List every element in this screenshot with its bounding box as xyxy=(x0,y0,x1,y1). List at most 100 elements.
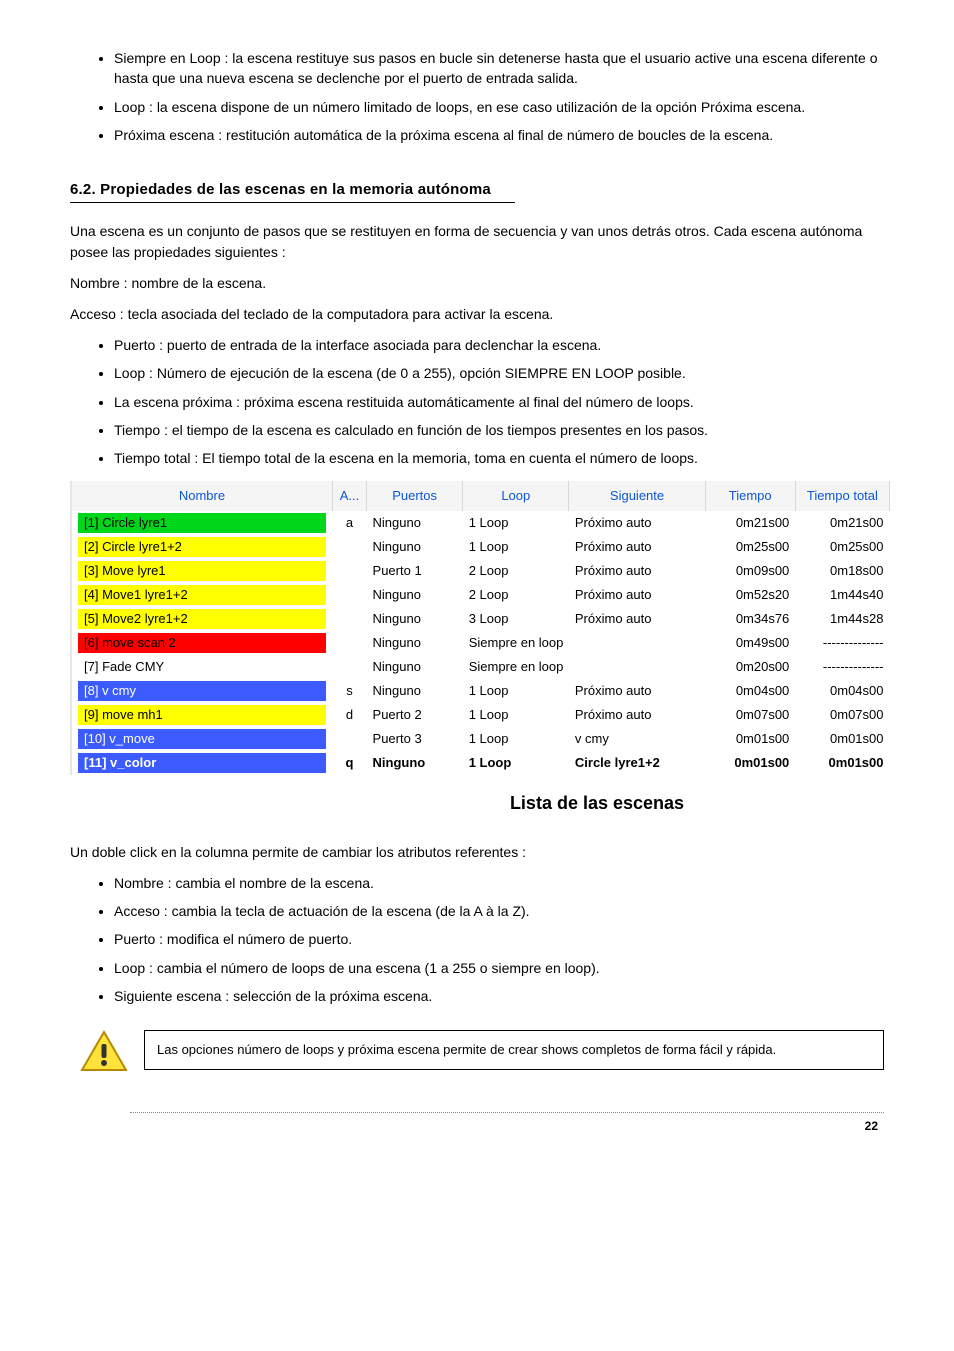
list-item: Loop : Número de ejecución de la escena … xyxy=(114,363,884,383)
scene-next[interactable]: Próximo auto xyxy=(569,583,705,607)
scene-access-key[interactable] xyxy=(332,583,366,607)
scene-loop[interactable]: 3 Loop xyxy=(463,607,569,631)
scene-total-time: 0m04s00 xyxy=(795,679,889,703)
scene-total-time: 0m07s00 xyxy=(795,703,889,727)
scene-total-time: 1m44s40 xyxy=(795,583,889,607)
scene-access-key[interactable] xyxy=(332,631,366,655)
scene-loop[interactable]: 1 Loop xyxy=(463,727,569,751)
scene-loop[interactable]: Siempre en loop xyxy=(463,655,705,679)
section-title: 6.2. Propiedades de las escenas en la me… xyxy=(70,181,884,198)
table-row[interactable]: [9] move mh1dPuerto 21 LoopPróximo auto 0… xyxy=(72,703,890,727)
scene-port[interactable]: Ninguno xyxy=(367,631,463,655)
scene-port[interactable]: Puerto 2 xyxy=(367,703,463,727)
scene-access-key[interactable] xyxy=(332,607,366,631)
scene-loop[interactable]: 1 Loop xyxy=(463,751,569,775)
table-row[interactable]: [1] Circle lyre1aNinguno1 LoopPróximo au… xyxy=(72,511,890,535)
scene-port[interactable]: Ninguno xyxy=(367,511,463,535)
scene-port[interactable]: Ninguno xyxy=(367,679,463,703)
scene-loop[interactable]: Siempre en loop xyxy=(463,631,705,655)
scene-port[interactable]: Ninguno xyxy=(367,535,463,559)
table-row[interactable]: [8] v cmy sNinguno1 LoopPróximo auto 0m04s… xyxy=(72,679,890,703)
scene-port[interactable]: Ninguno xyxy=(367,751,463,775)
scene-total-time: 0m01s00 xyxy=(795,751,889,775)
scene-loop[interactable]: 1 Loop xyxy=(463,679,569,703)
scene-time: 0m21s00 xyxy=(705,511,795,535)
scene-loop[interactable]: 2 Loop xyxy=(463,583,569,607)
scene-loop[interactable]: 1 Loop xyxy=(463,703,569,727)
scene-name-cell[interactable]: [11] v_color xyxy=(72,751,332,775)
scene-name-cell[interactable]: [3] Move lyre1 xyxy=(72,559,332,583)
list-item: Loop : la escena dispone de un número li… xyxy=(114,97,884,117)
scene-port[interactable]: Ninguno xyxy=(367,583,463,607)
col-tiempo[interactable]: Tiempo xyxy=(705,481,795,511)
scene-next[interactable]: Próximo auto xyxy=(569,703,705,727)
scene-access-key[interactable]: d xyxy=(332,703,366,727)
table-header-row: Nombre A... Puertos Loop Siguiente Tiemp… xyxy=(72,481,890,511)
footer-divider xyxy=(130,1112,884,1113)
list-item: Siguiente escena : selección de la próxi… xyxy=(114,986,884,1006)
table-row[interactable]: [5] Move2 lyre1+2 Ninguno3 LoopPróximo au… xyxy=(72,607,890,631)
table-row[interactable]: [2] Circle lyre1+2 Ninguno1 LoopPróximo a… xyxy=(72,535,890,559)
scene-next[interactable]: Próximo auto xyxy=(569,511,705,535)
scene-access-key[interactable]: s xyxy=(332,679,366,703)
scene-name-cell[interactable]: [2] Circle lyre1+2 xyxy=(72,535,332,559)
scene-name-cell[interactable]: [1] Circle lyre1 xyxy=(72,511,332,535)
col-acceso[interactable]: A... xyxy=(332,481,366,511)
table-row[interactable]: [11] v_color qNinguno1 LoopCircle lyre1+2… xyxy=(72,751,890,775)
intro-paragraph: Una escena es un conjunto de pasos que s… xyxy=(70,221,884,263)
scene-name: [11] v_color xyxy=(78,753,326,773)
scene-next[interactable]: v cmy xyxy=(569,727,705,751)
scene-name: [5] Move2 lyre1+2 xyxy=(78,609,326,629)
scene-access-key[interactable] xyxy=(332,535,366,559)
scene-total-time: 0m21s00 xyxy=(795,511,889,535)
scene-next[interactable]: Próximo auto xyxy=(569,679,705,703)
table-row[interactable]: [10] v_movePuerto 31 Loopv cmy0m01s000m0… xyxy=(72,727,890,751)
scene-next[interactable]: Próximo auto xyxy=(569,607,705,631)
scene-access-key[interactable]: a xyxy=(332,511,366,535)
scene-loop[interactable]: 1 Loop xyxy=(463,535,569,559)
table-row[interactable]: [7] Fade CMYNingunoSiempre en loop0m20s0… xyxy=(72,655,890,679)
after-caption-paragraph: Un doble click en la columna permite de … xyxy=(70,842,884,863)
scene-name-cell[interactable]: [4] Move1 lyre1+2 xyxy=(72,583,332,607)
scene-access-key[interactable] xyxy=(332,559,366,583)
scene-next[interactable]: Próximo auto xyxy=(569,535,705,559)
scene-name: [8] v cmy xyxy=(78,681,326,701)
scene-port[interactable]: Ninguno xyxy=(367,655,463,679)
scene-name: [10] v_move xyxy=(78,729,326,749)
scene-port[interactable]: Ninguno xyxy=(367,607,463,631)
table-row[interactable]: [4] Move1 lyre1+2 Ninguno2 LoopPróximo au… xyxy=(72,583,890,607)
scene-name-cell[interactable]: [8] v cmy xyxy=(72,679,332,703)
scene-loop[interactable]: 2 Loop xyxy=(463,559,569,583)
table-row[interactable]: [6] move scan 2NingunoSiempre en loop0m4… xyxy=(72,631,890,655)
scene-name-cell[interactable]: [7] Fade CMY xyxy=(72,655,332,679)
scene-name-cell[interactable]: [5] Move2 lyre1+2 xyxy=(72,607,332,631)
scene-time: 0m52s20 xyxy=(705,583,795,607)
scene-time: 0m09s00 xyxy=(705,559,795,583)
col-puertos[interactable]: Puertos xyxy=(367,481,463,511)
scene-name: [4] Move1 lyre1+2 xyxy=(78,585,326,605)
scene-name-cell[interactable]: [6] move scan 2 xyxy=(72,631,332,655)
scene-next[interactable]: Próximo auto xyxy=(569,559,705,583)
scene-access-key[interactable] xyxy=(332,727,366,751)
table-caption: Lista de las escenas xyxy=(310,793,884,814)
list-item: Próxima escena : restitución automática … xyxy=(114,125,884,145)
scene-name-cell[interactable]: [10] v_move xyxy=(72,727,332,751)
after-bullet-list: Nombre : cambia el nombre de la escena. … xyxy=(70,873,884,1006)
col-loop[interactable]: Loop xyxy=(463,481,569,511)
scene-access-key[interactable] xyxy=(332,655,366,679)
scene-access-key[interactable]: q xyxy=(332,751,366,775)
list-item: Acceso : cambia la tecla de actuación de… xyxy=(114,901,884,921)
list-item: La escena próxima : próxima escena resti… xyxy=(114,392,884,412)
scene-port[interactable]: Puerto 1 xyxy=(367,559,463,583)
col-tiempo-total[interactable]: Tiempo total xyxy=(795,481,889,511)
scene-total-time: 0m18s00 xyxy=(795,559,889,583)
scene-time: 0m25s00 xyxy=(705,535,795,559)
col-siguiente[interactable]: Siguiente xyxy=(569,481,705,511)
scene-loop[interactable]: 1 Loop xyxy=(463,511,569,535)
scene-next[interactable]: Circle lyre1+2 xyxy=(569,751,705,775)
scene-port[interactable]: Puerto 3 xyxy=(367,727,463,751)
mid-bullet-list: Puerto : puerto de entrada de la interfa… xyxy=(70,335,884,468)
col-nombre[interactable]: Nombre xyxy=(72,481,332,511)
scene-name-cell[interactable]: [9] move mh1 xyxy=(72,703,332,727)
table-row[interactable]: [3] Move lyre1 Puerto 12 LoopPróximo auto… xyxy=(72,559,890,583)
